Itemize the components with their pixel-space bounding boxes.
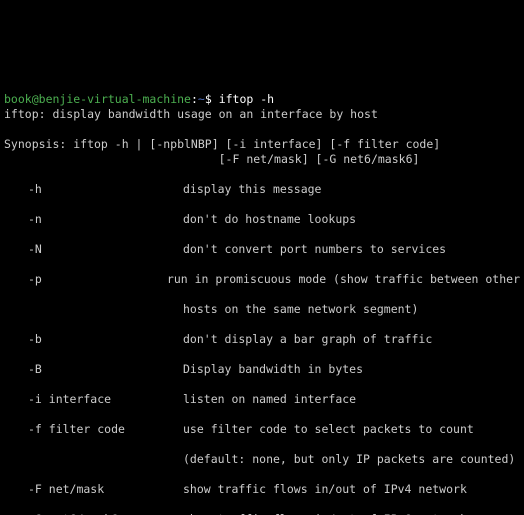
option-flag: -B xyxy=(28,362,183,377)
option-desc-cont: (default: none, but only IP packets are … xyxy=(4,452,520,467)
help-title: iftop: display bandwidth usage on an int… xyxy=(4,107,378,121)
option-flag: -G net6/mask6 xyxy=(28,512,183,515)
option-desc: show traffic flows in/out of IPv6 networ… xyxy=(183,512,520,515)
option-flag: -h xyxy=(28,182,183,197)
option-desc: don't do hostname lookups xyxy=(183,212,520,227)
option-flag: -i interface xyxy=(28,392,183,407)
terminal-output: book@benjie-virtual-machine:~$ iftop -h … xyxy=(0,75,524,515)
option-flag: -b xyxy=(28,332,183,347)
prompt-command: iftop -h xyxy=(219,92,274,106)
option-row: -i interfacelisten on named interface xyxy=(4,392,520,407)
option-row: -f filter codeuse filter code to select … xyxy=(4,422,520,437)
option-desc: listen on named interface xyxy=(183,392,520,407)
option-desc-cont: hosts on the same network segment) xyxy=(4,302,520,317)
option-row: -F net/maskshow traffic flows in/out of … xyxy=(4,482,520,497)
prompt-sep: $ xyxy=(205,92,219,106)
option-desc: show traffic flows in/out of IPv4 networ… xyxy=(183,482,520,497)
option-desc: don't display a bar graph of traffic xyxy=(183,332,520,347)
option-flag: -N xyxy=(28,242,183,257)
synopsis-line-2: [-F net/mask] [-G net6/mask6] xyxy=(4,152,419,166)
prompt-line: book@benjie-virtual-machine:~$ iftop -h xyxy=(4,92,274,106)
prompt-user: book xyxy=(4,92,32,106)
synopsis-line-1: Synopsis: iftop -h | [-npblNBP] [-i inte… xyxy=(4,137,440,151)
prompt-path: ~ xyxy=(198,92,205,106)
option-desc: don't convert port numbers to services xyxy=(183,242,520,257)
prompt-colon: : xyxy=(191,92,198,106)
prompt-at: @ xyxy=(32,92,39,106)
prompt-host: benjie-virtual-machine xyxy=(39,92,191,106)
option-flag: -n xyxy=(28,212,183,227)
option-flag: -F net/mask xyxy=(28,482,183,497)
option-row: -ndon't do hostname lookups xyxy=(4,212,520,227)
option-flag: -p xyxy=(28,272,167,287)
option-desc: Display bandwidth in bytes xyxy=(183,362,520,377)
option-row: -Ndon't convert port numbers to services xyxy=(4,242,520,257)
option-row: -prun in promiscuous mode (show traffic … xyxy=(4,272,520,287)
option-flag: -f filter code xyxy=(28,422,183,437)
option-row: -bdon't display a bar graph of traffic xyxy=(4,332,520,347)
option-desc: display this message xyxy=(183,182,520,197)
option-row: -hdisplay this message xyxy=(4,182,520,197)
option-desc: run in promiscuous mode (show traffic be… xyxy=(167,272,520,287)
option-row: -G net6/mask6show traffic flows in/out o… xyxy=(4,512,520,515)
option-row: -BDisplay bandwidth in bytes xyxy=(4,362,520,377)
option-desc: use filter code to select packets to cou… xyxy=(183,422,520,437)
